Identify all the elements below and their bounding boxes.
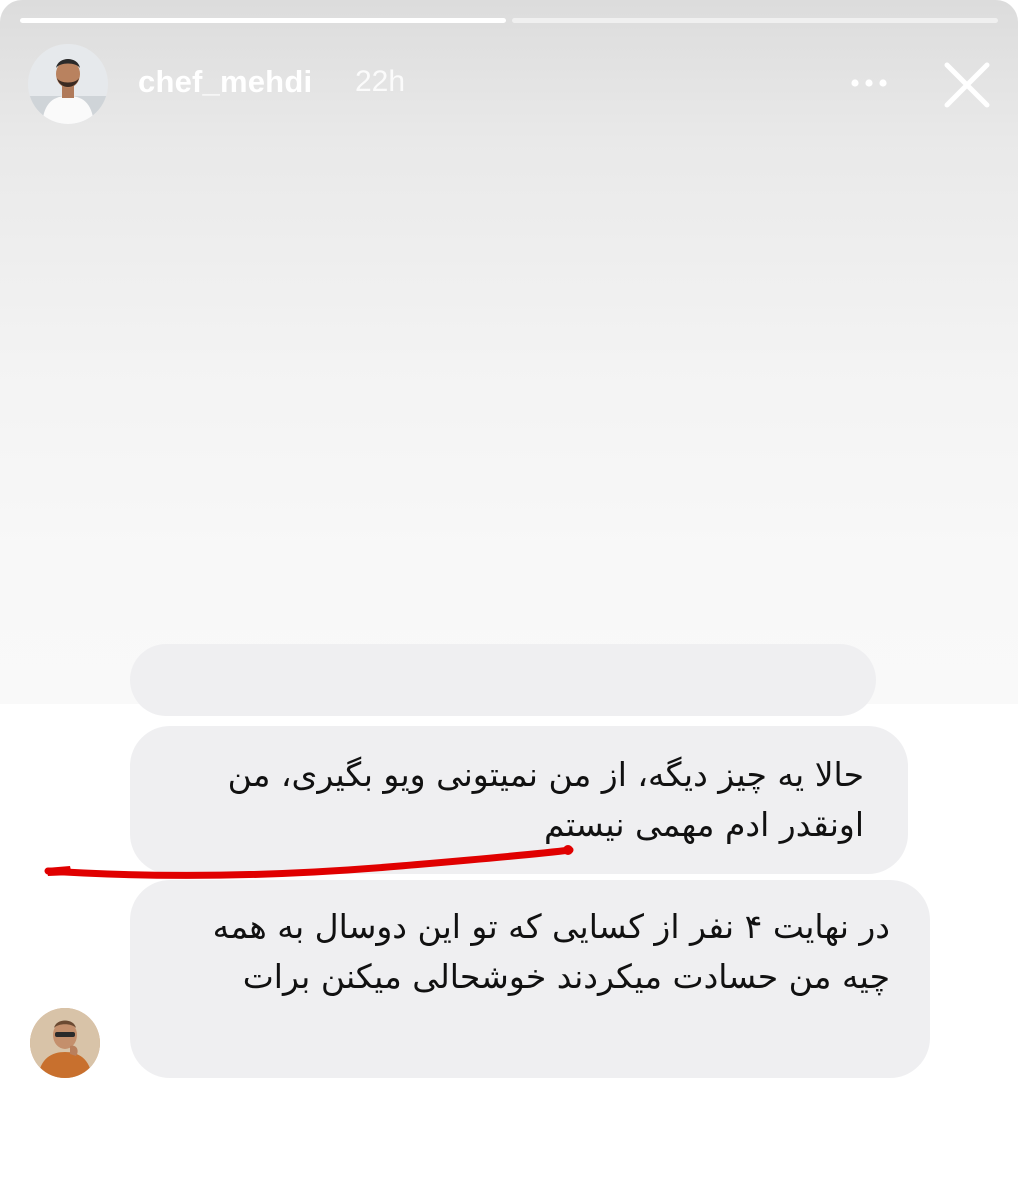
message-bubble-2: در نهایت ۴ نفر از کسایی که تو این دوسال … xyxy=(130,880,930,1078)
progress-fill-1 xyxy=(20,18,506,23)
message-bubble-1: حالا یه چیز دیگه، از من نمیتونی ویو بگیر… xyxy=(130,726,908,874)
profile-avatar[interactable] xyxy=(28,44,108,124)
progress-bar-1 xyxy=(20,18,506,23)
story-viewer: chef_mehdi 22h حالا یه چیز دیگه، از من ن… xyxy=(0,0,1018,1200)
story-progress xyxy=(20,18,998,24)
post-time: 22h xyxy=(355,65,406,98)
previous-message-bubble xyxy=(130,644,876,716)
sender-avatar-image xyxy=(30,1008,100,1078)
avatar-image xyxy=(28,44,108,124)
story-header: chef_mehdi 22h xyxy=(28,44,998,124)
progress-bar-2 xyxy=(512,18,998,23)
ellipsis-icon[interactable] xyxy=(844,68,894,98)
close-icon[interactable] xyxy=(941,59,993,111)
chat-screenshot: حالا یه چیز دیگه، از من نمیتونی ویو بگیر… xyxy=(0,644,1018,1200)
sender-avatar xyxy=(30,1008,100,1078)
username[interactable]: chef_mehdi xyxy=(138,64,312,100)
